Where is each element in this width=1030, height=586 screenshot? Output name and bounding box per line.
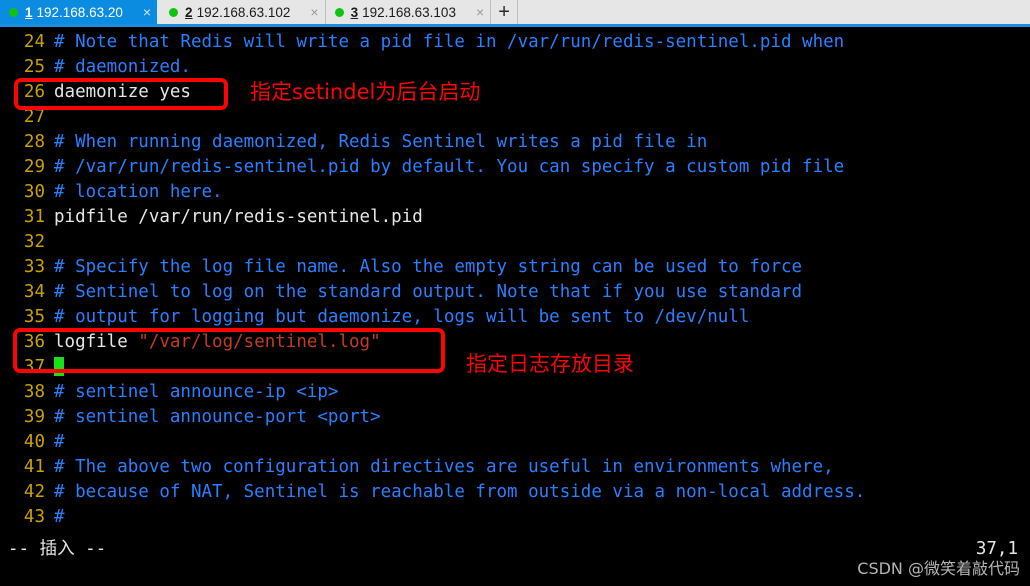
terminal-tab-3[interactable]: 3 192.168.63.103 × [326, 0, 492, 24]
editor-line: 29 # /var/run/redis-sentinel.pid by defau… [0, 155, 1030, 180]
line-number: 24 [23, 32, 45, 52]
tab-status-dot-icon [334, 7, 344, 17]
editor-line: 42 # because of NAT, Sentinel is reachabl… [0, 480, 1030, 505]
line-number: 32 [23, 232, 45, 252]
editor-line: 27 [0, 105, 1030, 130]
text-cursor [54, 357, 64, 376]
line-number: 42 [23, 482, 45, 502]
code-segment: # [54, 507, 65, 527]
line-number: 40 [23, 432, 45, 452]
tab-close-icon-2[interactable]: × [306, 5, 318, 19]
tab-close-icon-1[interactable]: × [139, 5, 151, 19]
csdn-watermark: CSDN @微笑着敲代码 [857, 559, 1020, 578]
new-tab-button[interactable]: + [491, 0, 519, 24]
editor-line: 33 # Specify the log file name. Also the … [0, 255, 1030, 280]
line-number: 34 [23, 282, 45, 302]
tab-title-3: 192.168.63.103 [362, 4, 456, 20]
editor-line: 26 daemonize yes [0, 80, 1030, 105]
editor-line: 34 # Sentinel to log on the standard outp… [0, 280, 1030, 305]
tab-close-icon-3[interactable]: × [472, 5, 484, 19]
vim-mode-indicator: -- 插入 -- [8, 539, 107, 559]
line-number: 39 [23, 407, 45, 427]
line-number: 30 [23, 182, 45, 202]
line-number: 33 [23, 257, 45, 277]
code-segment: # location here. [54, 182, 223, 202]
tab-index-3: 3 [350, 4, 359, 20]
line-number: 31 [23, 207, 45, 227]
terminal-screen[interactable]: 24 # Note that Redis will write a pid fil… [0, 27, 1030, 586]
line-number: 43 [23, 507, 45, 527]
editor-line: 39 # sentinel announce-port <port> [0, 405, 1030, 430]
editor-line: 24 # Note that Redis will write a pid fil… [0, 30, 1030, 55]
annotation-daemonize: 指定setindel为后台启动 [250, 80, 481, 104]
code-segment: # Note that Redis will write a pid file … [54, 32, 845, 52]
terminal-tab-bar: 1 192.168.63.20 × 2 192.168.63.102 × 3 1… [0, 0, 1030, 27]
tab-title-2: 192.168.63.102 [196, 4, 291, 20]
editor-line: 31 pidfile /var/run/redis-sentinel.pid [0, 205, 1030, 230]
code-segment: # daemonized. [54, 57, 191, 77]
code-segment: # sentinel announce-ip <ip> [54, 382, 339, 402]
line-number: 27 [23, 107, 45, 127]
editor-line: 30 # location here. [0, 180, 1030, 205]
code-segment: # because of NAT, Sentinel is reachable … [54, 482, 866, 502]
editor-line: 35 # output for logging but daemonize, lo… [0, 305, 1030, 330]
annotation-logfile: 指定日志存放目录 [466, 352, 634, 376]
code-segment: # Specify the log file name. Also the em… [54, 257, 803, 277]
tab-status-dot-icon [9, 7, 18, 17]
line-number: 35 [23, 307, 45, 327]
code-segment: logfile [54, 332, 139, 352]
code-segment: daemonize yes [54, 82, 191, 102]
line-number: 25 [23, 57, 45, 77]
line-number: 29 [23, 157, 45, 177]
editor-line: 28 # When running daemonized, Redis Senti… [0, 130, 1030, 155]
code-segment: # Sentinel to log on the standard output… [54, 282, 803, 302]
code-segment: # The above two configuration directives… [54, 457, 834, 477]
code-segment: # When running daemonized, Redis Sentine… [54, 132, 708, 152]
tab-index-2: 2 [185, 4, 193, 20]
code-segment: "/var/log/sentinel.log" [138, 332, 381, 352]
line-number: 38 [23, 382, 45, 402]
tab-index-1: 1 [25, 4, 33, 20]
line-number: 26 [23, 82, 45, 102]
code-segment: # /var/run/redis-sentinel.pid by default… [54, 157, 845, 177]
editor-line: 41 # The above two configuration directiv… [0, 455, 1030, 480]
editor-line: 38 # sentinel announce-ip <ip> [0, 380, 1030, 405]
code-segment: # sentinel announce-port <port> [54, 407, 381, 427]
editor-line: 43 # [0, 505, 1030, 530]
tab-title-1: 192.168.63.20 [36, 4, 123, 20]
line-number: 37 [23, 357, 45, 377]
code-segment: pidfile /var/run/redis-sentinel.pid [54, 207, 423, 227]
terminal-tab-1[interactable]: 1 192.168.63.20 × [0, 0, 158, 24]
line-number: 41 [23, 457, 45, 477]
tab-status-dot-icon [169, 7, 179, 17]
terminal-tab-2[interactable]: 2 192.168.63.102 × [160, 0, 326, 24]
line-number: 36 [23, 332, 45, 352]
code-segment: # output for logging but daemonize, logs… [54, 307, 750, 327]
code-segment: # [54, 432, 65, 452]
editor-line: 25 # daemonized. [0, 55, 1030, 80]
editor-line: 32 [0, 230, 1030, 255]
editor-text-area[interactable]: 24 # Note that Redis will write a pid fil… [0, 30, 1030, 530]
line-number: 28 [23, 132, 45, 152]
editor-line: 40 # [0, 430, 1030, 455]
tab-bar-empty-area [518, 0, 1030, 24]
